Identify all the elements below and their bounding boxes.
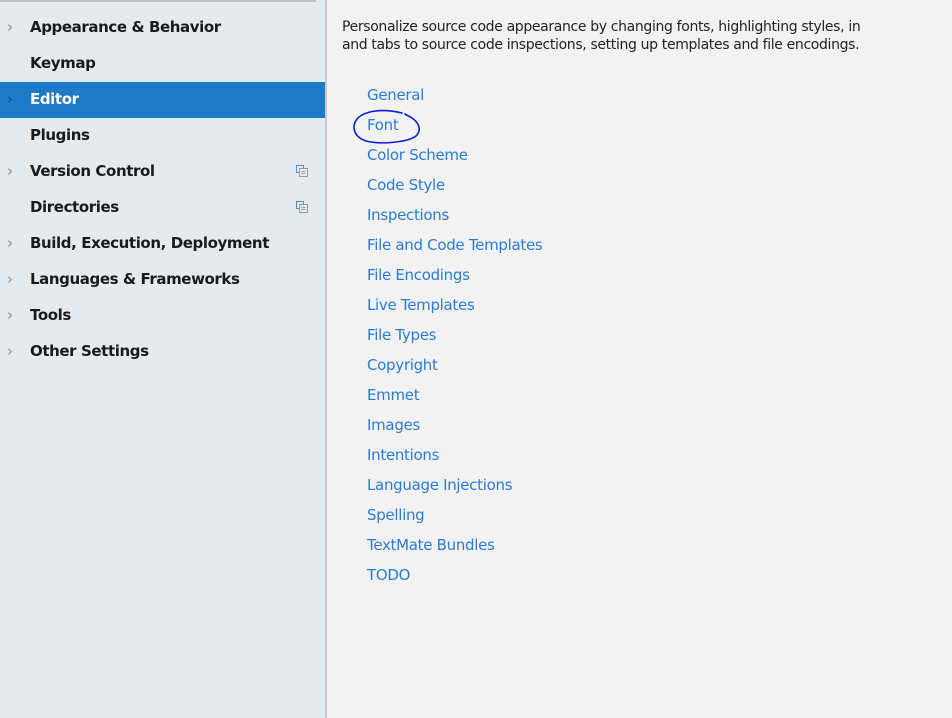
- sidebar-item-label: Keymap: [30, 54, 96, 72]
- link-inspections[interactable]: Inspections: [367, 204, 542, 234]
- sidebar-item-label: Tools: [30, 306, 71, 324]
- link-file-types[interactable]: File Types: [367, 324, 542, 354]
- sidebar-item-editor[interactable]: › Editor: [0, 82, 325, 118]
- chevron-right-icon[interactable]: ›: [7, 90, 19, 108]
- sidebar-item-label: Other Settings: [30, 342, 149, 360]
- sidebar-item-label: Build, Execution, Deployment: [30, 234, 269, 252]
- sidebar-item-label: Version Control: [30, 162, 155, 180]
- description-line: and tabs to source code inspections, set…: [342, 37, 860, 53]
- link-copyright[interactable]: Copyright: [367, 354, 542, 384]
- sidebar-item-tools[interactable]: › Tools: [0, 298, 325, 334]
- link-images[interactable]: Images: [367, 414, 542, 444]
- description-line: Personalize source code appearance by ch…: [342, 19, 861, 35]
- link-textmate-bundles[interactable]: TextMate Bundles: [367, 534, 542, 564]
- link-file-and-code-templates[interactable]: File and Code Templates: [367, 234, 543, 264]
- sidebar-item-label: Appearance & Behavior: [30, 18, 221, 36]
- chevron-right-icon[interactable]: ›: [7, 18, 19, 36]
- search-field-border: [0, 0, 316, 2]
- link-intentions[interactable]: Intentions: [367, 444, 542, 474]
- link-font[interactable]: Font: [367, 114, 542, 144]
- sidebar-item-version-control[interactable]: › Version Control: [0, 154, 325, 190]
- sidebar-item-label: Languages & Frameworks: [30, 270, 240, 288]
- link-spelling[interactable]: Spelling: [367, 504, 542, 534]
- link-todo[interactable]: TODO: [367, 564, 542, 594]
- sidebar-item-build-execution-deployment[interactable]: › Build, Execution, Deployment: [0, 226, 325, 262]
- sidebar-item-languages-frameworks[interactable]: › Languages & Frameworks: [0, 262, 325, 298]
- link-language-injections[interactable]: Language Injections: [367, 474, 542, 504]
- link-emmet[interactable]: Emmet: [367, 384, 542, 414]
- splitter[interactable]: [325, 0, 327, 718]
- project-level-icon: [296, 165, 308, 177]
- editor-subpage-links: General Font Color Scheme Code Style Ins…: [367, 84, 543, 594]
- chevron-right-icon[interactable]: ›: [7, 342, 19, 360]
- sidebar-item-keymap[interactable]: Keymap: [0, 46, 325, 82]
- sidebar-item-label: Plugins: [30, 126, 90, 144]
- sidebar-item-plugins[interactable]: Plugins: [0, 118, 325, 154]
- chevron-right-icon[interactable]: ›: [7, 306, 19, 324]
- chevron-right-icon[interactable]: ›: [7, 162, 19, 180]
- sidebar-item-label: Directories: [30, 198, 119, 216]
- project-level-icon: [296, 201, 308, 213]
- sidebar-item-other-settings[interactable]: › Other Settings: [0, 334, 325, 370]
- chevron-right-icon[interactable]: ›: [7, 270, 19, 288]
- link-file-encodings[interactable]: File Encodings: [367, 264, 542, 294]
- link-live-templates[interactable]: Live Templates: [367, 294, 542, 324]
- editor-description: Personalize source code appearance by ch…: [342, 18, 861, 54]
- link-general[interactable]: General: [367, 84, 542, 114]
- sidebar-item-directories[interactable]: Directories: [0, 190, 325, 226]
- sidebar-item-appearance-behavior[interactable]: › Appearance & Behavior: [0, 10, 325, 46]
- settings-sidebar: › Appearance & Behavior Keymap › Editor …: [0, 0, 325, 718]
- link-code-style[interactable]: Code Style: [367, 174, 542, 204]
- chevron-right-icon[interactable]: ›: [7, 234, 19, 252]
- link-color-scheme[interactable]: Color Scheme: [367, 144, 542, 174]
- sidebar-item-label: Editor: [30, 90, 79, 108]
